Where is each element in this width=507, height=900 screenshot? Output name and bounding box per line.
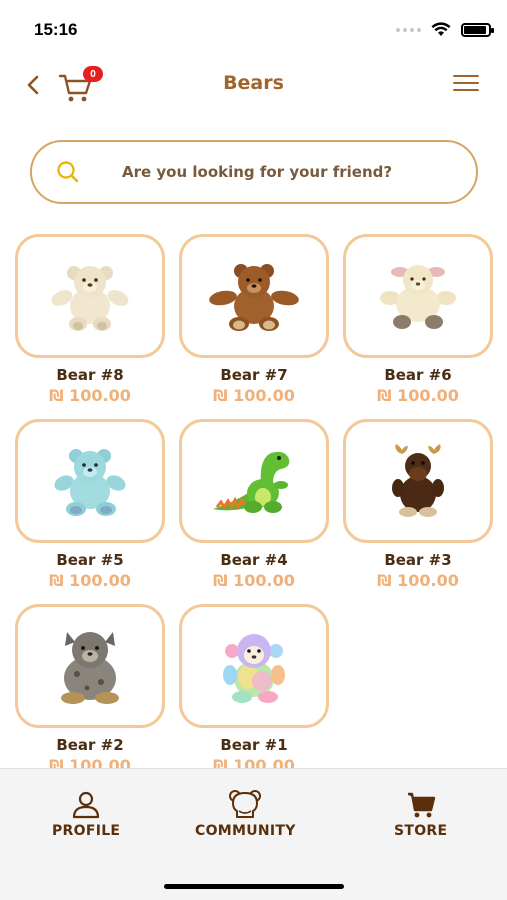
product-card[interactable]: Bear #3 ₪ 100.00 xyxy=(343,419,493,590)
product-card[interactable]: Bear #1 ₪ 100.00 xyxy=(179,604,329,768)
product-card[interactable]: Bear #5 ₪ 100.00 xyxy=(15,419,165,590)
product-name: Bear #1 xyxy=(220,736,288,754)
wifi-icon xyxy=(431,22,451,36)
product-name: Bear #2 xyxy=(56,736,124,754)
brown-teddy-bear-image xyxy=(209,264,299,331)
product-card[interactable]: Bear #2 ₪ 100.00 xyxy=(15,604,165,768)
tab-label: STORE xyxy=(394,823,448,839)
cream-teddy-bear-image xyxy=(51,266,129,331)
search-icon xyxy=(54,158,82,186)
battery-icon xyxy=(461,22,494,37)
product-image xyxy=(15,419,165,543)
product-image xyxy=(179,419,329,543)
home-indicator[interactable] xyxy=(164,884,344,889)
hamburger-line xyxy=(453,82,479,84)
search-input[interactable] xyxy=(122,163,452,181)
page-title: Bears xyxy=(223,72,284,94)
tab-label: PROFILE xyxy=(52,823,121,839)
product-image xyxy=(343,234,493,358)
product-price: ₪ 100.00 xyxy=(213,756,295,768)
product-price: ₪ 100.00 xyxy=(213,386,295,405)
tab-profile[interactable]: PROFILE xyxy=(52,791,120,839)
header: 0 Bears xyxy=(0,58,507,112)
product-price: ₪ 100.00 xyxy=(49,571,131,590)
product-card[interactable]: Bear #8 ₪ 100.00 xyxy=(15,234,165,405)
product-name: Bear #8 xyxy=(56,366,124,384)
product-image xyxy=(15,604,165,728)
grey-cat-plush-image xyxy=(61,632,119,704)
status-time: 15:16 xyxy=(34,20,78,39)
product-name: Bear #3 xyxy=(384,551,452,569)
product-card[interactable]: Bear #4 ₪ 100.00 xyxy=(179,419,329,590)
signal-icon xyxy=(396,27,421,32)
status-bar: 15:16 xyxy=(0,0,507,58)
product-price: ₪ 100.00 xyxy=(377,571,459,590)
product-image xyxy=(343,419,493,543)
product-image xyxy=(179,604,329,728)
lamb-plush-image xyxy=(380,265,456,329)
hamburger-line xyxy=(453,89,479,91)
product-name: Bear #5 xyxy=(56,551,124,569)
user-icon xyxy=(73,791,100,819)
status-icons xyxy=(396,22,494,37)
search-box[interactable] xyxy=(30,140,478,204)
product-image xyxy=(179,234,329,358)
bear-head-icon xyxy=(229,790,262,818)
product-price: ₪ 100.00 xyxy=(49,386,131,405)
blue-teddy-bear-image xyxy=(54,449,126,516)
product-card[interactable]: Bear #7 ₪ 100.00 xyxy=(179,234,329,405)
green-dinosaur-plush-image xyxy=(213,451,290,513)
tab-store[interactable]: STORE xyxy=(394,791,447,839)
product-name: Bear #7 xyxy=(220,366,288,384)
product-price: ₪ 100.00 xyxy=(49,756,131,768)
product-name: Bear #4 xyxy=(220,551,288,569)
tab-community[interactable]: COMMUNITY xyxy=(195,789,296,839)
menu-button[interactable] xyxy=(453,71,483,95)
product-image xyxy=(15,234,165,358)
product-card[interactable]: Bear #6 ₪ 100.00 xyxy=(343,234,493,405)
tab-label: COMMUNITY xyxy=(195,823,296,839)
product-name: Bear #6 xyxy=(384,366,452,384)
product-price: ₪ 100.00 xyxy=(213,571,295,590)
moose-plush-image xyxy=(392,444,444,517)
product-grid[interactable]: Bear #8 ₪ 100.00 Bear #7 ₪ 100.00 Bear #… xyxy=(0,232,507,768)
product-price: ₪ 100.00 xyxy=(377,386,459,405)
bottom-tab-bar: PROFILE COMMUNITY STORE xyxy=(0,768,507,900)
rainbow-monkey-plush-image xyxy=(223,634,285,703)
cart-icon xyxy=(407,792,435,818)
hamburger-line xyxy=(453,75,479,77)
